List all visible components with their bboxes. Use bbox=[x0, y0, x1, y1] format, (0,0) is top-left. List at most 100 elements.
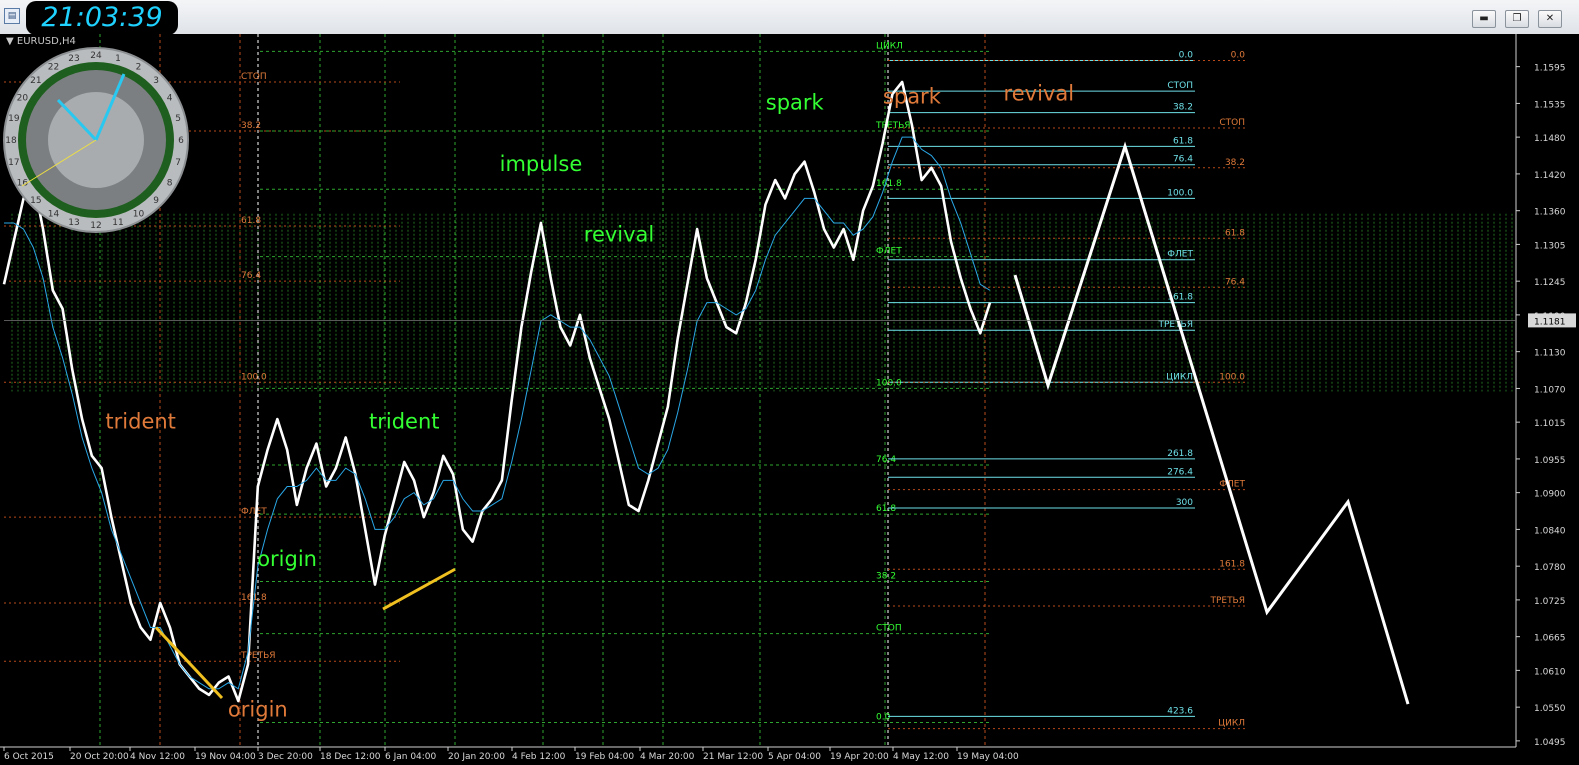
level-label-cyan: 0.0 bbox=[1179, 51, 1194, 61]
level-label-orange: ФЛЕТ bbox=[1219, 480, 1245, 490]
dial-hour-mark: 18 bbox=[5, 136, 17, 146]
dial-hour-mark: 21 bbox=[30, 76, 41, 86]
time-tick-label: 6 Jan 04:00 bbox=[385, 752, 437, 761]
dial-hour-mark: 12 bbox=[90, 221, 101, 231]
dial-hour-mark: 11 bbox=[112, 218, 123, 228]
price-tick-label: 1.1480 bbox=[1534, 134, 1566, 144]
wave-annotation: trident bbox=[369, 409, 440, 433]
price-tick-label: 1.1595 bbox=[1534, 64, 1566, 74]
price-tick-label: 1.1420 bbox=[1534, 171, 1566, 181]
price-tick-label: 1.0550 bbox=[1534, 704, 1566, 714]
wave-annotation: trident bbox=[105, 409, 176, 433]
minimize-button[interactable]: ▬ bbox=[1472, 10, 1496, 28]
price-tick-label: 1.0955 bbox=[1534, 456, 1566, 466]
time-tick-label: 4 Nov 12:00 bbox=[130, 752, 185, 761]
dial-hour-mark: 3 bbox=[153, 76, 159, 86]
time-tick-label: 19 Apr 20:00 bbox=[830, 752, 889, 761]
price-tick-label: 1.0725 bbox=[1534, 597, 1566, 607]
price-tick-label: 1.0495 bbox=[1534, 738, 1566, 748]
level-label-orange: 100.0 bbox=[1219, 372, 1245, 382]
price-tick-label: 1.1245 bbox=[1534, 278, 1566, 288]
level-label-mid: ФЛЕТ bbox=[876, 247, 902, 257]
wave-annotation: spark bbox=[883, 84, 942, 108]
level-label-orange: СТОП bbox=[1219, 118, 1245, 128]
dial-hour-mark: 5 bbox=[175, 114, 181, 124]
time-tick-label: 19 Nov 04:00 bbox=[195, 752, 256, 761]
price-tick-label: 1.1360 bbox=[1534, 208, 1566, 218]
level-label-orange: 38.2 bbox=[1225, 158, 1245, 168]
level-label-cyan: 61.8 bbox=[1173, 136, 1193, 146]
dial-hour-mark: 15 bbox=[30, 196, 41, 206]
price-tick-label: 1.1305 bbox=[1534, 241, 1566, 251]
level-label-left: 76.4 bbox=[241, 271, 261, 281]
dial-hour-mark: 10 bbox=[133, 210, 145, 220]
dial-hour-mark: 22 bbox=[48, 62, 59, 72]
level-label-orange: 0.0 bbox=[1231, 51, 1246, 61]
time-tick-label: 20 Jan 20:00 bbox=[448, 752, 505, 761]
level-label-cyan: 276.4 bbox=[1167, 467, 1193, 477]
level-label-cyan: ТРЕТЬЯ bbox=[1157, 320, 1193, 330]
current-price-label: 1.1181 bbox=[1534, 317, 1566, 327]
dial-hour-mark: 7 bbox=[175, 158, 181, 168]
level-label-cyan: ЦИКЛ bbox=[1166, 372, 1193, 382]
chart-area[interactable]: СТОП 38.2 61.8 76.4 100.0 ФЛЕТ 161.8 ТРЕТЬЯ ЦИКЛ… bbox=[0, 34, 1579, 762]
dial-hour-mark: 2 bbox=[136, 62, 142, 72]
dial-hour-mark: 20 bbox=[17, 94, 29, 104]
time-tick-label: 20 Oct 20:00 bbox=[70, 752, 129, 761]
level-label-mid: 100.0 bbox=[876, 378, 902, 388]
time-tick-label: 21 Mar 12:00 bbox=[703, 752, 763, 761]
level-label-left: СТОП bbox=[241, 72, 267, 82]
level-label-cyan: 423.6 bbox=[1167, 706, 1193, 716]
level-label-mid: СТОП bbox=[876, 624, 902, 634]
level-label-mid: 76.4 bbox=[876, 455, 896, 465]
dial-hour-mark: 19 bbox=[8, 114, 20, 124]
dial-hour-mark: 24 bbox=[90, 51, 102, 61]
time-tick-label: 6 Oct 2015 bbox=[4, 752, 54, 761]
level-label-orange: ТРЕТЬЯ bbox=[1209, 596, 1245, 606]
level-label-orange: ЦИКЛ bbox=[1218, 719, 1245, 729]
level-label-left: 100.0 bbox=[241, 372, 267, 382]
level-label-left: ФЛЕТ bbox=[241, 507, 267, 517]
time-tick-label: 4 Feb 12:00 bbox=[512, 752, 566, 761]
price-tick-label: 1.1070 bbox=[1534, 385, 1566, 395]
time-tick-label: 4 Mar 20:00 bbox=[640, 752, 695, 761]
price-tick-label: 1.1015 bbox=[1534, 419, 1566, 429]
time-tick-label: 5 Apr 04:00 bbox=[768, 752, 821, 761]
dial-hour-mark: 4 bbox=[167, 94, 173, 104]
wave-annotation: spark bbox=[766, 91, 825, 115]
wave-annotation: revival bbox=[584, 222, 655, 246]
level-label-cyan: 100.0 bbox=[1167, 188, 1193, 198]
close-button[interactable]: ✕ bbox=[1538, 10, 1562, 28]
dial-hour-mark: 13 bbox=[68, 218, 79, 228]
price-tick-label: 1.0665 bbox=[1534, 634, 1566, 644]
dial-hour-mark: 23 bbox=[68, 54, 79, 64]
restore-button[interactable]: ❐ bbox=[1505, 10, 1529, 28]
dial-hour-mark: 1 bbox=[115, 54, 121, 64]
price-tick-label: 1.1535 bbox=[1534, 100, 1566, 110]
price-tick-label: 1.0610 bbox=[1534, 667, 1566, 677]
wave-annotation: origin bbox=[228, 697, 288, 721]
time-tick-label: 18 Dec 12:00 bbox=[320, 752, 381, 761]
level-label-cyan: ФЛЕТ bbox=[1167, 250, 1193, 260]
level-label-cyan: 261.8 bbox=[1167, 449, 1193, 459]
level-label-mid: 161.8 bbox=[876, 179, 902, 189]
level-label-orange: 161.8 bbox=[1219, 559, 1245, 569]
level-label-left: 61.8 bbox=[241, 216, 261, 226]
dial-hour-mark: 9 bbox=[153, 196, 159, 206]
dial-hour-mark: 17 bbox=[8, 158, 19, 168]
dial-hour-mark: 8 bbox=[167, 179, 173, 189]
price-tick-label: 1.1130 bbox=[1534, 349, 1566, 359]
price-chart[interactable]: СТОП38.261.876.4100.0ФЛЕТ161.8ТРЕТЬЯЦИКЛ… bbox=[0, 34, 1579, 762]
level-label-mid: 61.8 bbox=[876, 504, 896, 514]
time-tick-label: 3 Dec 20:00 bbox=[258, 752, 313, 761]
level-label-left: 38.2 bbox=[241, 121, 261, 131]
dial-hour-mark: 6 bbox=[178, 136, 184, 146]
trend-line-yellow bbox=[382, 567, 456, 611]
level-label-cyan: 300 bbox=[1176, 498, 1193, 508]
price-tick-label: 1.0840 bbox=[1534, 526, 1566, 536]
level-label-mid: 38.2 bbox=[876, 572, 896, 582]
wave-annotation: impulse bbox=[500, 152, 583, 176]
level-label-orange: 76.4 bbox=[1225, 277, 1245, 287]
wave-annotation: origin bbox=[257, 547, 317, 571]
time-tick-label: 19 May 04:00 bbox=[957, 752, 1019, 761]
